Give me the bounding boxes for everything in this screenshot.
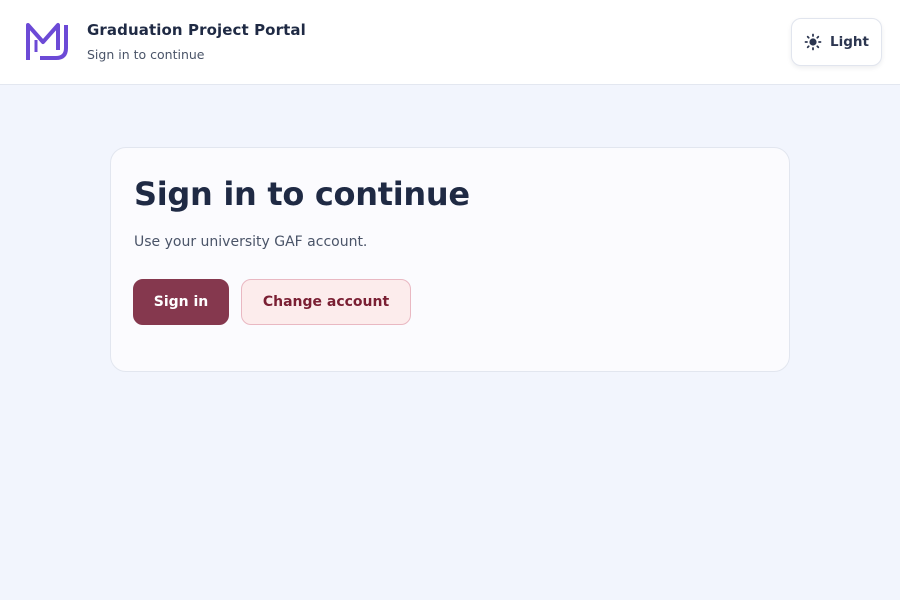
sign-in-button[interactable]: Sign in [133, 279, 229, 325]
app-title: Graduation Project Portal [87, 21, 306, 39]
app-subtitle: Sign in to continue [87, 47, 205, 62]
sun-icon [804, 33, 822, 51]
mj-logo-icon [26, 22, 68, 60]
theme-toggle-label: Light [830, 34, 869, 50]
app-header: Graduation Project Portal Sign in to con… [0, 0, 900, 85]
theme-toggle-button[interactable]: Light [791, 18, 882, 66]
card-title: Sign in to continue [134, 175, 470, 213]
sign-in-card: Sign in to continue Use your university … [110, 147, 790, 372]
change-account-button[interactable]: Change account [241, 279, 411, 325]
card-description: Use your university GAF account. [134, 234, 368, 250]
